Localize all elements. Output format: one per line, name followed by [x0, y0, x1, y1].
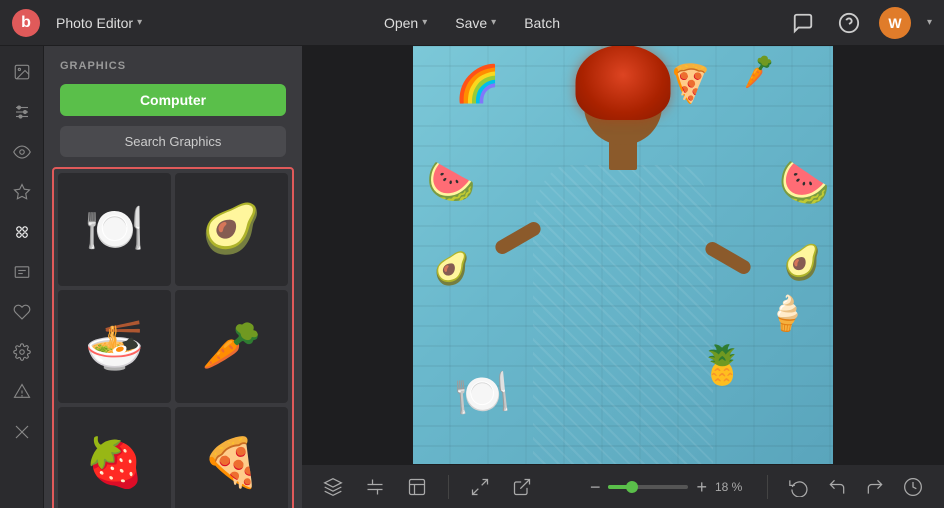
- bottom-right-icons: [784, 472, 928, 502]
- canvas-image: 🍕🥕🍉🥑🍦🍍🍽️🌈🍉🥑: [413, 46, 833, 464]
- app-title-chevron: ▾: [137, 17, 142, 28]
- batch-button[interactable]: Batch: [514, 11, 570, 35]
- avatar-chevron: ▾: [927, 17, 932, 28]
- help-icon-button[interactable]: [833, 7, 865, 39]
- topbar-right: W ▾: [732, 7, 932, 39]
- graphic-item-3[interactable]: 🥕: [175, 290, 288, 403]
- canvas-workspace[interactable]: 🍕🥕🍉🥑🍦🍍🍽️🌈🍉🥑: [302, 46, 944, 464]
- zoom-slider[interactable]: [608, 485, 688, 489]
- app-title-label: Photo Editor: [56, 15, 133, 31]
- computer-button[interactable]: Computer: [60, 84, 286, 116]
- sidebar-section-title: GRAPHICS: [44, 46, 302, 80]
- open-chevron: ▾: [422, 17, 427, 28]
- topbar-center: Open ▾ Save ▾ Batch: [212, 11, 732, 35]
- zoom-plus-button[interactable]: +: [696, 478, 707, 496]
- app-logo: b: [12, 9, 40, 37]
- zoom-label: 18 %: [715, 480, 751, 494]
- woman-dress: [533, 165, 713, 464]
- rotate-reset-button[interactable]: [784, 472, 814, 502]
- photo-background: 🍕🥕🍉🥑🍦🍍🍽️🌈🍉🥑: [413, 46, 833, 464]
- nav-brush-btn[interactable]: [4, 414, 40, 450]
- separator-2: [767, 475, 768, 499]
- woman-hair: [576, 46, 671, 120]
- nav-text-btn[interactable]: [4, 254, 40, 290]
- topbar: b Photo Editor ▾ Open ▾ Save ▾ Batch: [0, 0, 944, 46]
- graphic-item-0[interactable]: 🍽️: [58, 173, 171, 286]
- nav-image-btn[interactable]: [4, 54, 40, 90]
- nav-heart-btn[interactable]: [4, 294, 40, 330]
- canvas-area: 🍕🥕🍉🥑🍦🍍🍽️🌈🍉🥑: [302, 46, 944, 508]
- user-avatar-button[interactable]: W: [879, 7, 911, 39]
- layers-button[interactable]: [318, 472, 348, 502]
- graphic-item-1[interactable]: 🥑: [175, 173, 288, 286]
- nav-eraser-btn[interactable]: [4, 374, 40, 410]
- graphic-item-2[interactable]: 🍜: [58, 290, 171, 403]
- nav-adjust-btn[interactable]: [4, 94, 40, 130]
- zoom-slider-fill: [608, 485, 632, 489]
- crop-button[interactable]: [360, 472, 390, 502]
- save-button[interactable]: Save ▾: [445, 11, 506, 35]
- nav-eye-btn[interactable]: [4, 134, 40, 170]
- expand-button[interactable]: [465, 472, 495, 502]
- graphic-item-5[interactable]: 🍕: [175, 407, 288, 508]
- graphic-item-4[interactable]: 🍓: [58, 407, 171, 508]
- woman-body: [523, 95, 723, 464]
- graphics-grid: 🍽️🥑🍜🥕🍓🍕🧁🍦: [58, 173, 288, 508]
- nav-graphics-btn[interactable]: [4, 214, 40, 250]
- graphics-grid-container: 🍽️🥑🍜🥕🍓🍕🧁🍦: [44, 167, 302, 508]
- sidebar: GRAPHICS Computer Search Graphics 🍽️🥑🍜🥕🍓…: [44, 46, 302, 508]
- graphics-selection-box: 🍽️🥑🍜🥕🍓🍕🧁🍦: [52, 167, 294, 508]
- bottom-bar: − + 18 %: [302, 464, 944, 508]
- search-graphics-bar[interactable]: Search Graphics: [60, 126, 286, 157]
- layout-button[interactable]: [402, 472, 432, 502]
- icon-nav: [0, 46, 44, 508]
- history-button[interactable]: [898, 472, 928, 502]
- save-chevron: ▾: [491, 17, 496, 28]
- nav-star-btn[interactable]: [4, 174, 40, 210]
- chat-icon-button[interactable]: [787, 7, 819, 39]
- separator-1: [448, 475, 449, 499]
- nav-settings-btn[interactable]: [4, 334, 40, 370]
- external-button[interactable]: [507, 472, 537, 502]
- undo-button[interactable]: [822, 472, 852, 502]
- zoom-minus-button[interactable]: −: [590, 478, 601, 496]
- open-button[interactable]: Open ▾: [374, 11, 437, 35]
- topbar-left: b Photo Editor ▾: [12, 9, 212, 37]
- zoom-slider-thumb: [626, 481, 638, 493]
- app-title-button[interactable]: Photo Editor ▾: [46, 11, 152, 35]
- redo-button[interactable]: [860, 472, 890, 502]
- search-graphics-label: Search Graphics: [125, 134, 222, 149]
- main-content: GRAPHICS Computer Search Graphics 🍽️🥑🍜🥕🍓…: [0, 46, 944, 508]
- zoom-section: − + 18 %: [590, 478, 751, 496]
